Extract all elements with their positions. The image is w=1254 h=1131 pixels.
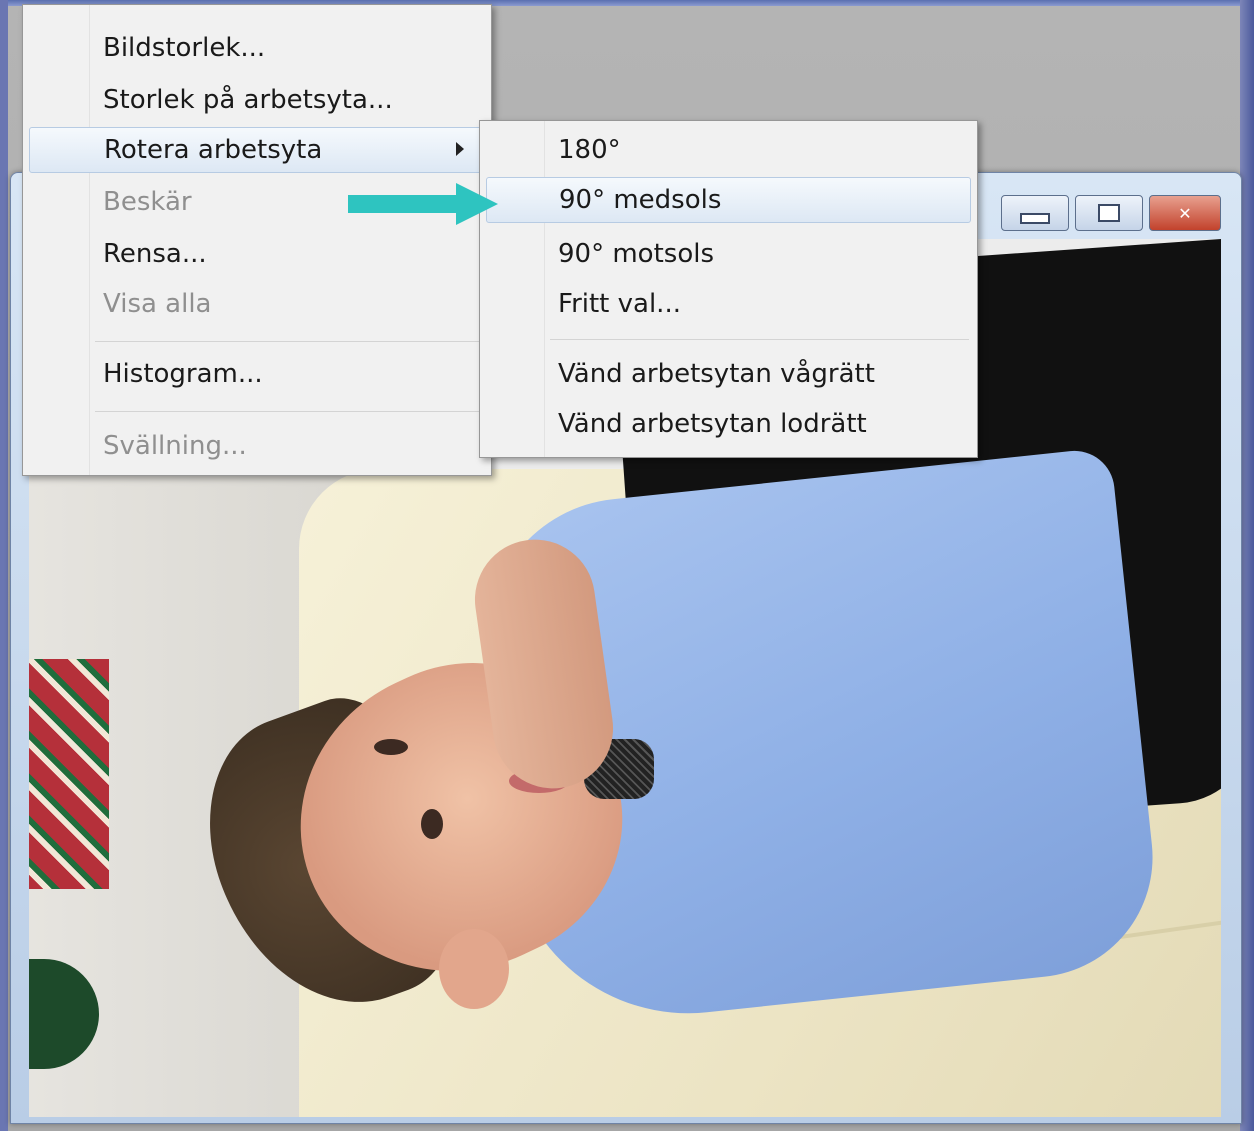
photo-rug	[29, 659, 109, 889]
slide-edge-left	[0, 0, 8, 1131]
close-button[interactable]: ✕	[1149, 195, 1221, 231]
photo-eye	[374, 739, 408, 755]
menu-item-visa-alla: Visa alla	[103, 289, 212, 319]
menu-item-storlek-arbetsyta[interactable]: Storlek på arbetsyta...	[29, 77, 485, 123]
menu-item-histogram[interactable]: Histogram...	[29, 351, 485, 397]
submenu-separator	[550, 339, 969, 340]
maximize-button[interactable]	[1075, 195, 1143, 231]
submenu-item-90-medsols[interactable]: 90° medsols	[486, 177, 971, 223]
photo-eye	[421, 809, 443, 839]
close-icon: ✕	[1178, 203, 1192, 223]
menu-item-label: Rotera arbetsyta	[104, 135, 323, 165]
photo-ear	[439, 929, 509, 1009]
submenu-item-vand-vagratt[interactable]: Vänd arbetsytan vågrätt	[486, 351, 971, 397]
minimize-icon	[1020, 212, 1050, 224]
submenu-arrow-icon	[456, 142, 464, 156]
menu-separator	[95, 411, 483, 412]
window-controls: ✕	[1001, 195, 1221, 231]
menu-item-bildstorlek[interactable]: Bildstorlek...	[29, 25, 485, 71]
rotate-submenu: 180° 90° medsols 90° motsols Fritt val..…	[479, 120, 978, 458]
menu-item-rotera-arbetsyta[interactable]: Rotera arbetsyta	[29, 127, 485, 173]
menu-item-rensa[interactable]: Rensa...	[29, 231, 485, 277]
pointer-arrow-icon	[348, 183, 498, 225]
image-context-menu: Bildstorlek... Storlek på arbetsyta... R…	[22, 4, 492, 476]
maximize-icon	[1098, 204, 1120, 222]
submenu-item-90-motsols[interactable]: 90° motsols	[486, 231, 971, 277]
menu-separator	[95, 341, 483, 342]
menu-item-svallning: Svällning...	[103, 431, 247, 461]
submenu-item-fritt-val[interactable]: Fritt val...	[486, 281, 971, 327]
minimize-button[interactable]	[1001, 195, 1069, 231]
submenu-item-vand-lodratt[interactable]: Vänd arbetsytan lodrätt	[486, 401, 971, 447]
submenu-item-180[interactable]: 180°	[486, 127, 971, 173]
slide-edge-right	[1240, 0, 1254, 1131]
